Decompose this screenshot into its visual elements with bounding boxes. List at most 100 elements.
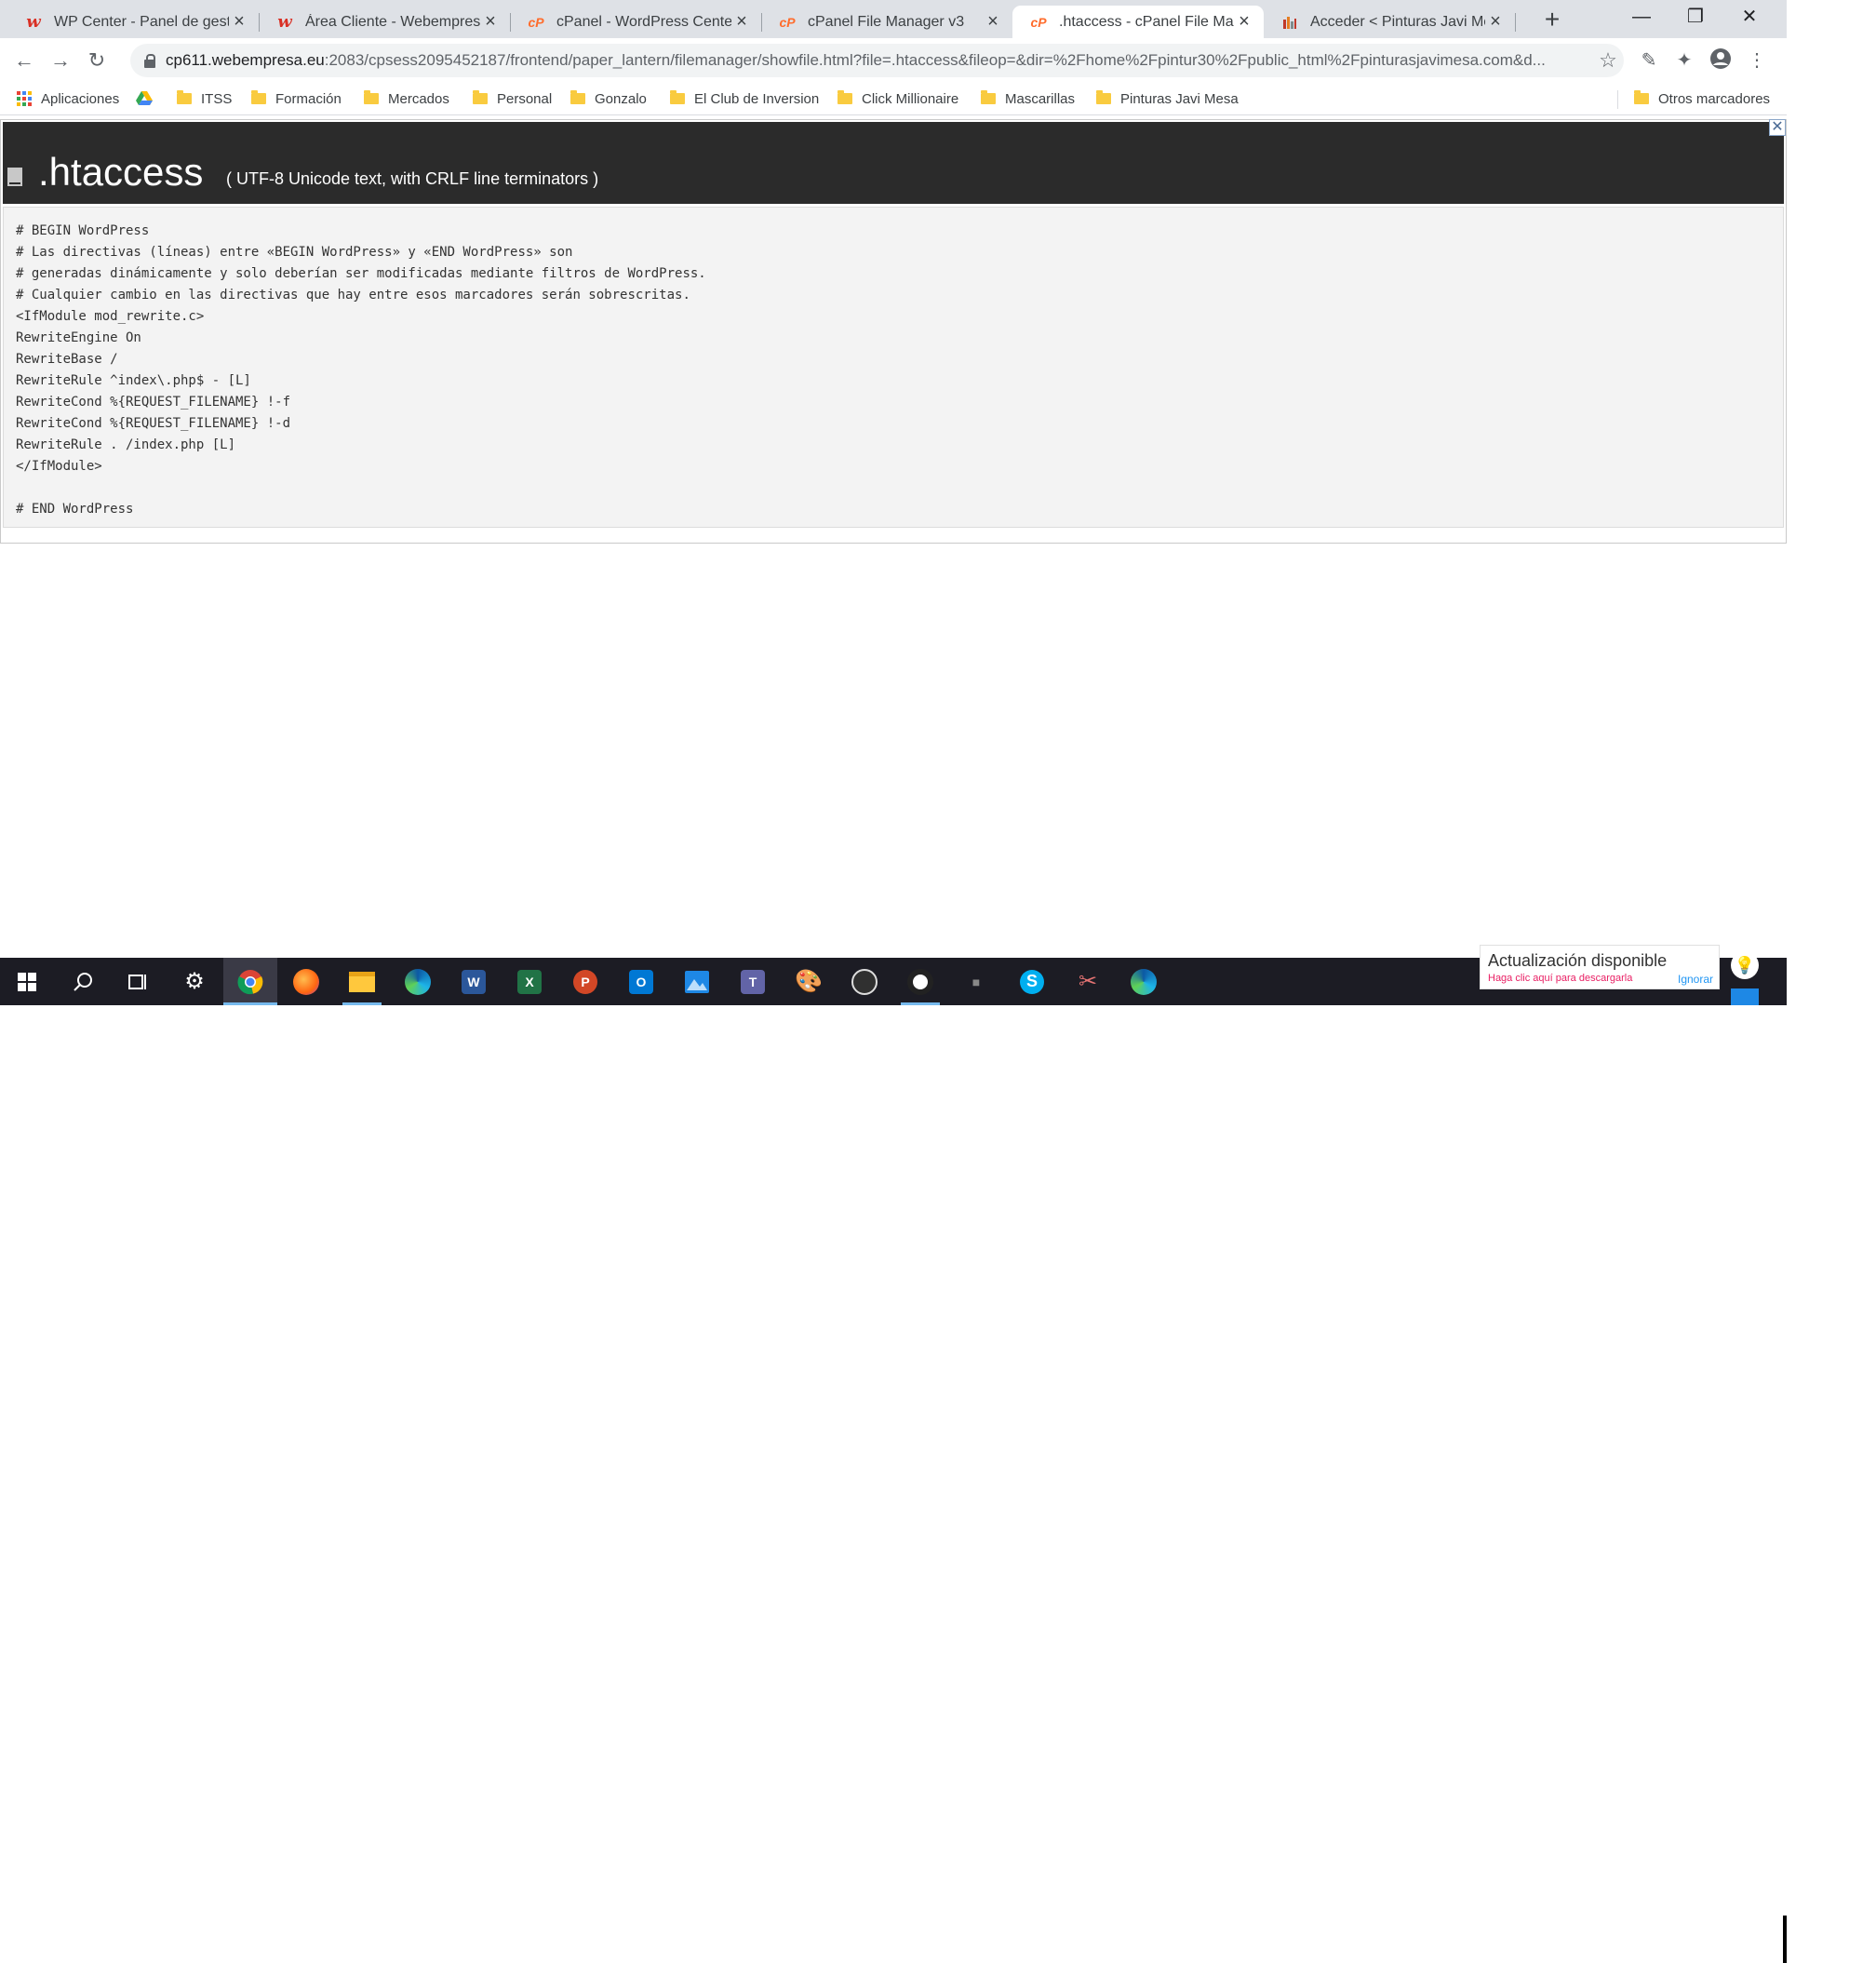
code-line: RewriteCond %{REQUEST_FILENAME} !-d: [16, 416, 291, 431]
settings-button[interactable]: ⚙: [168, 958, 221, 1005]
excel-icon: X: [517, 969, 542, 994]
excel-taskbar-button[interactable]: X: [502, 958, 556, 1005]
update-ignore-link[interactable]: Ignorar: [1678, 973, 1713, 986]
site-icon: [1280, 13, 1299, 32]
new-tab-button[interactable]: +: [1537, 6, 1567, 35]
extension-pen-icon[interactable]: ✎: [1636, 47, 1662, 74]
show-desktop-strip[interactable]: [1783, 1916, 1787, 1963]
photos-taskbar-button[interactable]: [670, 958, 724, 1005]
chrome-taskbar-button[interactable]: [223, 958, 277, 1005]
close-tab-icon[interactable]: ×: [1485, 11, 1506, 33]
update-notification[interactable]: Actualización disponible Haga clic aquí …: [1480, 945, 1720, 989]
bookmark-personal[interactable]: Personal: [473, 88, 552, 109]
bookmark-pinturas[interactable]: Pinturas Javi Mesa: [1096, 88, 1239, 109]
edge-beta-taskbar-button[interactable]: [1117, 958, 1171, 1005]
skype-icon: S: [1020, 969, 1044, 994]
firefox-icon: [293, 968, 319, 995]
close-tab-icon[interactable]: ×: [731, 11, 752, 33]
search-icon: [74, 972, 92, 991]
windows-start-button[interactable]: [0, 958, 54, 1005]
code-line: RewriteRule ^index\.php$ - [L]: [16, 373, 251, 388]
signal-icon: [907, 968, 933, 995]
powerpoint-taskbar-button[interactable]: P: [558, 958, 612, 1005]
folder-icon: [981, 90, 996, 104]
search-button[interactable]: [56, 958, 110, 1005]
skype-taskbar-button[interactable]: S: [1005, 958, 1059, 1005]
bookmarks-divider: [1617, 90, 1618, 109]
code-line: RewriteCond %{REQUEST_FILENAME} !-f: [16, 395, 291, 410]
close-viewer-button[interactable]: ✕: [1769, 119, 1786, 136]
reload-button[interactable]: ↻: [82, 46, 112, 75]
close-tab-icon[interactable]: ×: [1234, 11, 1254, 33]
tab-htaccess[interactable]: cP .htaccess - cPanel File Manag ×: [1012, 6, 1264, 38]
close-tab-icon[interactable]: ×: [983, 11, 1003, 33]
teams-taskbar-button[interactable]: T: [726, 958, 780, 1005]
url-text[interactable]: cp611.webempresa.eu:2083/cpsess209545218…: [166, 51, 1592, 70]
bookmark-drive[interactable]: [136, 88, 153, 109]
firefox-taskbar-button[interactable]: [279, 958, 333, 1005]
edge-taskbar-button[interactable]: [391, 958, 445, 1005]
bookmark-club-inversion[interactable]: El Club de Inversion: [670, 88, 819, 109]
file-icon: [7, 168, 22, 186]
close-tab-icon[interactable]: ×: [480, 11, 501, 33]
close-window-button[interactable]: ✕: [1722, 0, 1776, 34]
signal-taskbar-button[interactable]: [893, 958, 947, 1005]
tab-acceder-pinturas[interactable]: Acceder < Pinturas Javi Mesa ×: [1264, 6, 1516, 38]
paint-taskbar-button[interactable]: 🎨: [782, 958, 836, 1005]
word-taskbar-button[interactable]: W: [447, 958, 501, 1005]
bookmark-label: Pinturas Javi Mesa: [1120, 90, 1239, 107]
file-name: .htaccess: [38, 150, 204, 194]
bookmark-click-millionaire[interactable]: Click Millionaire: [838, 88, 958, 109]
task-view-button[interactable]: [112, 958, 166, 1005]
code-line: RewriteBase /: [16, 352, 118, 367]
lightbulb-icon[interactable]: 💡: [1731, 951, 1759, 979]
folder-icon: [838, 90, 852, 104]
obs-icon: [851, 968, 878, 995]
extensions-puzzle-icon[interactable]: ✦: [1671, 47, 1697, 74]
restore-button[interactable]: ❐: [1668, 0, 1722, 34]
app-icon: ■: [972, 974, 981, 989]
webempresa-icon: w: [277, 12, 292, 32]
app-taskbar-button[interactable]: ■: [949, 958, 1003, 1005]
bookmark-aplicaciones[interactable]: Aplicaciones: [17, 88, 119, 109]
cpanel-icon: cP: [779, 14, 796, 30]
code-line: # Cualquier cambio en las directivas que…: [16, 288, 690, 303]
bookmark-label: Personal: [497, 90, 553, 107]
menu-kebab-icon[interactable]: ⋮: [1744, 47, 1770, 74]
tab-cpanel-wordpress[interactable]: cP cPanel - WordPress Center ×: [510, 6, 762, 38]
bookmark-mercados[interactable]: Mercados: [364, 88, 449, 109]
code-line: <IfModule mod_rewrite.c>: [16, 309, 205, 324]
bookmark-mascarillas[interactable]: Mascarillas: [981, 88, 1075, 109]
chrome-icon: [237, 969, 263, 994]
bookmark-formacion[interactable]: Formación: [251, 88, 342, 109]
file-viewer-header: .htaccess ( UTF-8 Unicode text, with CRL…: [3, 122, 1784, 204]
tab-wp-center[interactable]: w WP Center - Panel de gestión ×: [7, 6, 260, 38]
lock-icon[interactable]: [143, 54, 156, 68]
url-path: :2083/cpsess2095452187/frontend/paper_la…: [324, 51, 1546, 69]
code-line: RewriteRule . /index.php [L]: [16, 437, 236, 452]
file-explorer-button[interactable]: [335, 958, 389, 1005]
bookmark-label: Formación: [275, 90, 342, 107]
bookmark-otros-marcadores[interactable]: Otros marcadores: [1634, 88, 1770, 109]
back-button[interactable]: ←: [9, 46, 39, 75]
bookmark-itss[interactable]: ITSS: [177, 88, 232, 109]
file-viewer: .htaccess ( UTF-8 Unicode text, with CRL…: [0, 119, 1787, 544]
forward-button[interactable]: →: [46, 46, 75, 75]
tray-app-icon[interactable]: [1731, 988, 1759, 1005]
address-bar[interactable]: cp611.webempresa.eu:2083/cpsess209545218…: [130, 44, 1624, 77]
outlook-taskbar-button[interactable]: O: [614, 958, 668, 1005]
close-tab-icon[interactable]: ×: [229, 11, 249, 33]
update-download-link[interactable]: Haga clic aquí para descargarla: [1488, 973, 1632, 984]
folder-icon: [670, 90, 685, 104]
bookmark-gonzalo[interactable]: Gonzalo: [570, 88, 647, 109]
snip-taskbar-button[interactable]: ✂: [1061, 958, 1115, 1005]
tab-cpanel-file-manager[interactable]: cP cPanel File Manager v3 ×: [761, 6, 1012, 38]
folder-icon: [251, 90, 266, 104]
photos-icon: [685, 970, 709, 993]
obs-taskbar-button[interactable]: [838, 958, 891, 1005]
profile-avatar-icon[interactable]: [1708, 47, 1734, 74]
bookmark-star-icon[interactable]: ☆: [1592, 48, 1624, 73]
minimize-button[interactable]: —: [1615, 0, 1668, 34]
tab-area-cliente[interactable]: w Área Cliente - Webempresa E ×: [259, 6, 511, 38]
